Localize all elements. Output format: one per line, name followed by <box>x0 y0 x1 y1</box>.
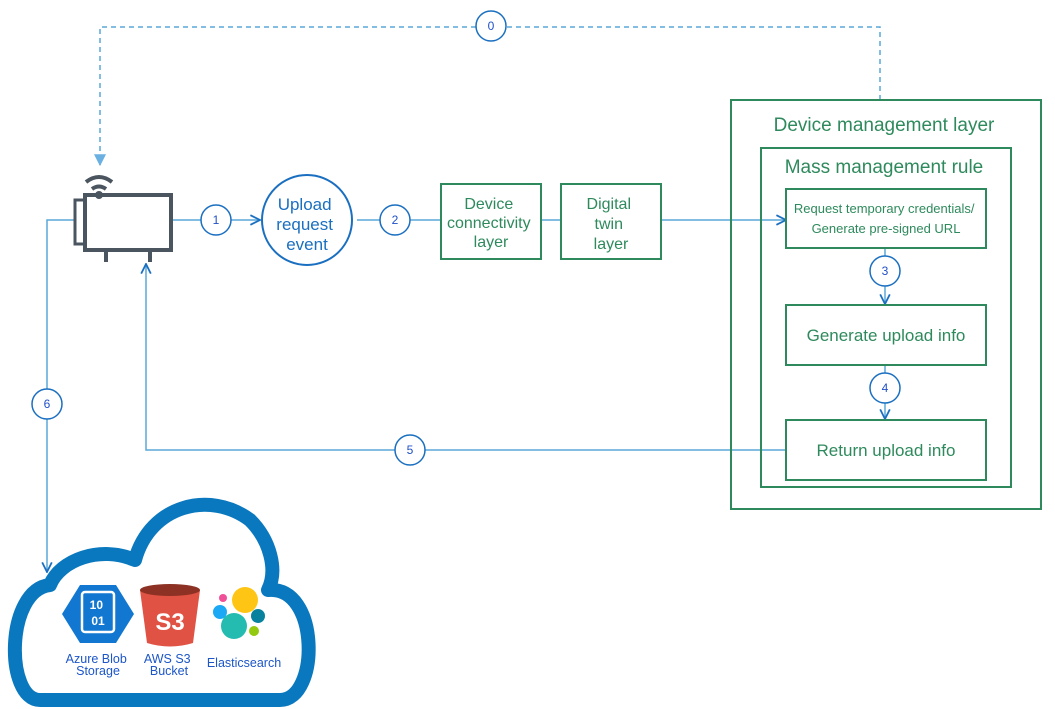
aws-s3-icon[interactable]: S3 <box>140 584 200 647</box>
connectors <box>47 26 885 572</box>
step-6: 6 <box>31 388 63 420</box>
step-4: 4 <box>869 372 901 404</box>
svg-text:0: 0 <box>488 19 495 33</box>
svg-text:Generate upload info: Generate upload info <box>807 326 966 345</box>
digital-twin-layer[interactable]: Digital twin layer <box>560 183 662 260</box>
svg-text:1: 1 <box>213 213 220 227</box>
s3-label: AWS S3 Bucket <box>144 652 194 678</box>
device-management-title: Device management layer <box>774 115 995 136</box>
request-credentials-box[interactable]: Request temporary credentials/ Generate … <box>785 188 987 249</box>
svg-text:2: 2 <box>392 213 399 227</box>
cloud-icon: 10 01 Azure Blob Storage S3 AWS S3 Bucke… <box>8 497 316 707</box>
upload-flow-diagram: 0 1 2 3 4 5 6 Upload request event Devic… <box>8 10 1042 707</box>
step-3: 3 <box>869 255 901 287</box>
generate-upload-info-box[interactable]: Generate upload info <box>785 304 987 366</box>
iot-device-icon[interactable] <box>73 175 173 262</box>
elasticsearch-label: Elasticsearch <box>207 656 281 670</box>
svg-text:Return upload info: Return upload info <box>817 441 956 460</box>
step-5: 5 <box>394 434 426 466</box>
return-upload-info-box[interactable]: Return upload info <box>785 419 987 481</box>
step-2: 2 <box>379 204 411 236</box>
connector-5 <box>146 264 786 451</box>
svg-text:3: 3 <box>882 264 889 278</box>
device-connectivity-layer[interactable]: Device connectivity layer <box>440 183 542 260</box>
device-management-layer: Device management layer Mass management … <box>730 99 1042 510</box>
dashed-connector-0 <box>94 26 881 167</box>
step-0: 0 <box>475 10 507 42</box>
step-1: 1 <box>200 204 232 236</box>
svg-text:4: 4 <box>882 381 889 395</box>
svg-text:6: 6 <box>44 397 51 411</box>
mass-management-title: Mass management rule <box>785 157 984 178</box>
svg-text:5: 5 <box>407 443 414 457</box>
svg-text:S3: S3 <box>155 609 184 636</box>
upload-request-event[interactable]: Upload request event <box>261 174 353 266</box>
